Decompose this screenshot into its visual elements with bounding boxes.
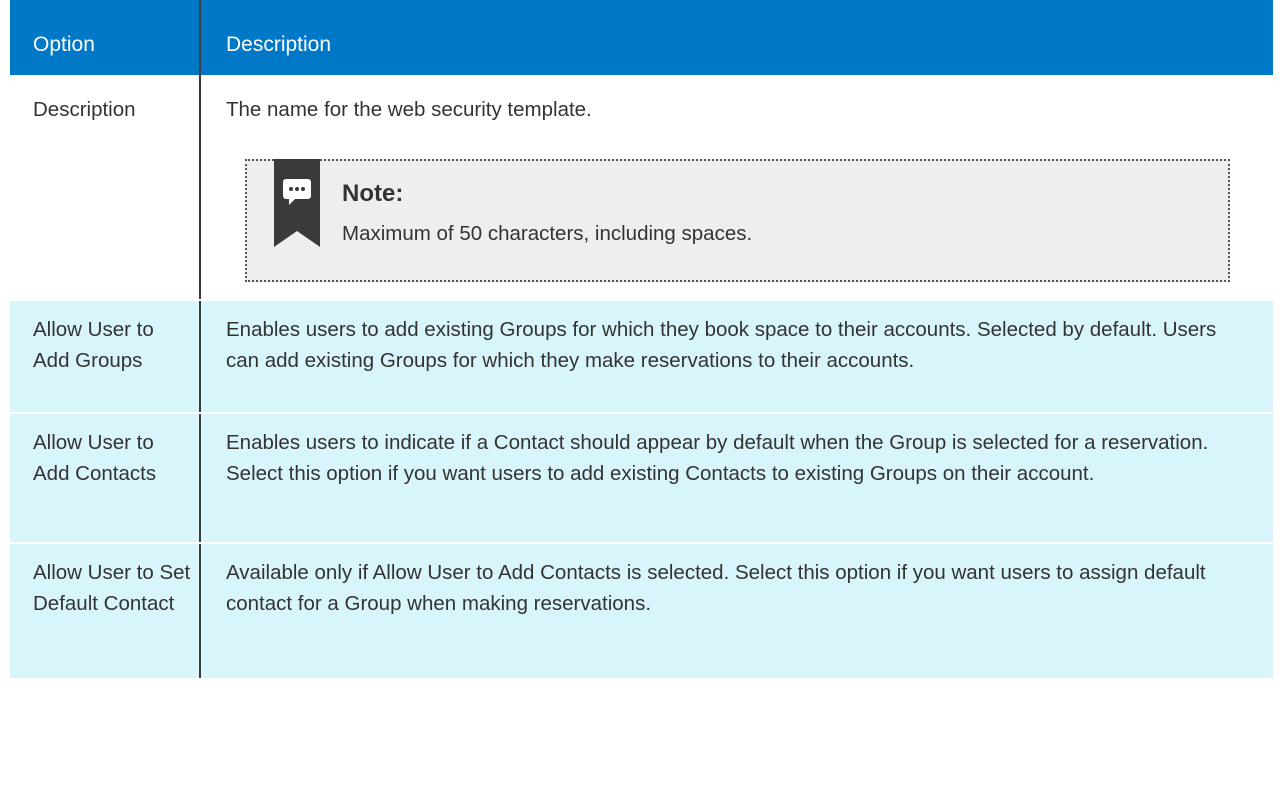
option-cell: Allow User to Add Contacts bbox=[10, 414, 201, 542]
description-cell: Enables users to add existing Groups for… bbox=[226, 318, 1217, 372]
table-row: Allow User to Set Default Contact Availa… bbox=[10, 544, 1273, 680]
table-row: Description The name for the web securit… bbox=[10, 75, 1273, 301]
option-cell: Description bbox=[10, 75, 201, 299]
note-title: Note: bbox=[342, 180, 404, 207]
table-row: Allow User to Add Groups Enables users t… bbox=[10, 301, 1273, 414]
note-text: Maximum of 50 characters, including spac… bbox=[342, 222, 753, 245]
table-header: Option Description bbox=[10, 0, 1273, 75]
options-table: Option Description Description The name … bbox=[10, 0, 1273, 680]
note-box: Note: Maximum of 50 characters, includin… bbox=[245, 159, 1230, 282]
description-cell: Available only if Allow User to Add Cont… bbox=[226, 561, 1206, 615]
header-description: Description bbox=[226, 32, 332, 56]
speech-bubble-bookmark-icon bbox=[274, 159, 320, 247]
table-row: Allow User to Add Contacts Enables users… bbox=[10, 414, 1273, 544]
description-cell: Enables users to indicate if a Contact s… bbox=[226, 431, 1209, 485]
header-option: Option bbox=[10, 0, 201, 75]
description-text: The name for the web security template. bbox=[226, 98, 592, 121]
description-cell: The name for the web security template. … bbox=[201, 75, 1273, 299]
option-cell: Allow User to Set Default Contact bbox=[10, 544, 201, 678]
option-cell: Allow User to Add Groups bbox=[10, 301, 201, 412]
